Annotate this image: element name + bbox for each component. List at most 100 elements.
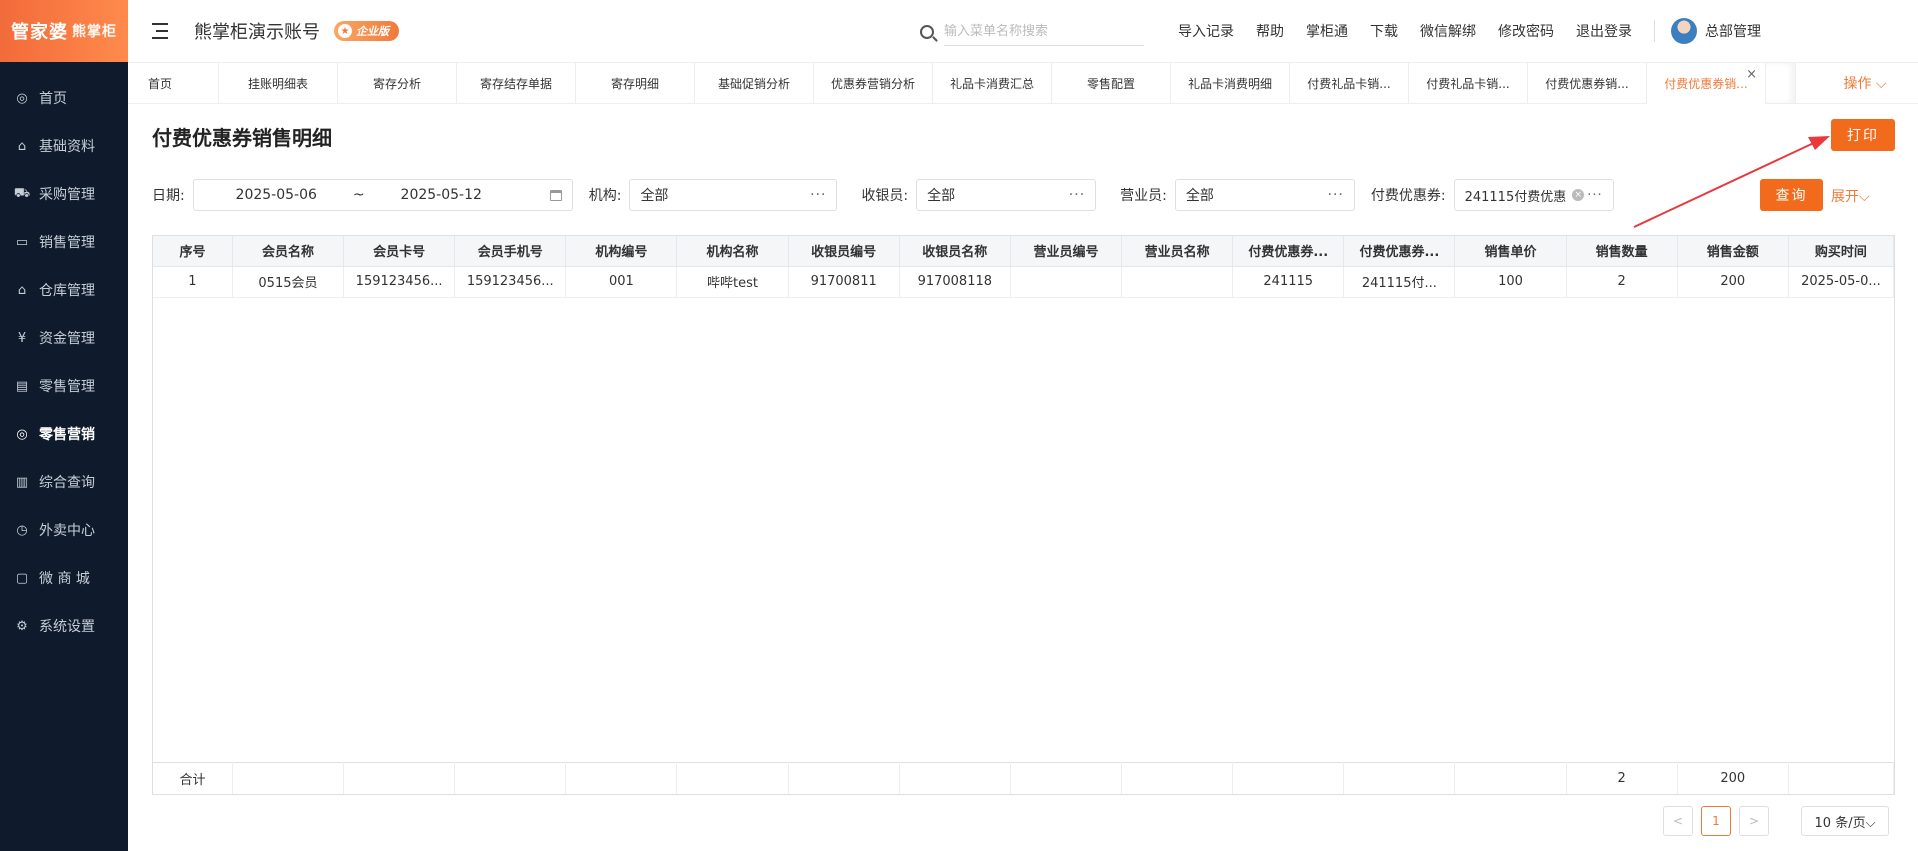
column-header[interactable]: 购买时间 [1788,236,1895,267]
tab-0[interactable]: 首页 [128,63,219,104]
column-header[interactable]: 序号 [153,236,233,267]
tab-label: 寄存分析 [372,77,421,91]
sidebar-item-11[interactable]: ⚙ 系统设置 [0,602,128,650]
clerk-select[interactable]: 全部 ··· [1174,179,1355,211]
tab-5[interactable]: 基础促销分析 [695,63,814,104]
sidebar-item-0[interactable]: ◎ 首页 [0,74,128,122]
edition-label: 企业版 [356,25,389,38]
page-size-select[interactable]: 10 条/页⌵ [1801,806,1889,836]
sidebar-item-1[interactable]: ⌂ 基础资料 [0,122,128,170]
sidebar-item-9[interactable]: ◷ 外卖中心 [0,506,128,554]
table-row[interactable]: 1 0515会员 159123456... 159123456... 001 哔哔test… [153,266,1895,298]
import-records-link[interactable]: 导入记录 [1178,21,1234,41]
tab-11[interactable]: 付费礼品卡销... [1409,63,1528,104]
sidebar-item-3[interactable]: ▭ 销售管理 [0,218,128,266]
date-range-picker[interactable]: 2025-05-06 ~ 2025-05-12 [192,179,573,211]
more-icon[interactable]: ··· [1328,187,1344,203]
total-cell [1788,761,1895,794]
date-end[interactable]: 2025-05-12 [369,187,514,203]
column-header[interactable]: 销售数量 [1566,236,1678,267]
page-1-button[interactable]: 1 [1701,806,1731,836]
more-icon[interactable]: ··· [1069,187,1085,203]
column-header[interactable]: 营业员名称 [1121,236,1234,267]
tab-close-icon[interactable]: × [1746,67,1757,82]
calendar-icon [549,189,562,201]
sidebar-item-6[interactable]: ▤ 零售管理 [0,362,128,410]
column-header[interactable]: 收银员名称 [899,236,1011,267]
sidebar-item-8[interactable]: ▥ 综合查询 [0,458,128,506]
cashier-select[interactable]: 全部 ··· [916,179,1097,211]
sidebar-item-4[interactable]: ⌂ 仓库管理 [0,266,128,314]
totals-row: 合计 2 200 [153,761,1895,794]
sidebar-item-5[interactable]: ¥ 资金管理 [0,314,128,362]
column-header[interactable]: 收银员编号 [788,236,900,267]
column-header[interactable]: 会员手机号 [454,236,567,267]
next-page-button[interactable]: > [1739,806,1769,836]
finance-icon: ¥ [17,330,27,346]
user-menu[interactable]: 总部管理 [1671,18,1761,44]
tab-6[interactable]: 优惠券营销分析 [814,63,933,104]
change-password-link[interactable]: 修改密码 [1498,21,1554,41]
cart-icon: ⛟ [13,185,31,201]
filter-bar: 日期: 2025-05-06 ~ 2025-05-12 机构: 全部 ··· 收… [152,179,1614,211]
more-icon[interactable]: ··· [810,187,826,203]
wechat-unbind-link[interactable]: 微信解绑 [1420,21,1476,41]
more-icon[interactable]: ··· [1587,188,1602,203]
sidebar-item-label: 系统设置 [39,619,95,635]
column-header[interactable]: 机构名称 [676,236,789,267]
sales-icon: ▭ [15,234,29,250]
tab-9[interactable]: 礼品卡消费明细 [1171,63,1290,104]
menu-search-input[interactable] [944,18,1144,46]
tab-7[interactable]: 礼品卡消费汇总 [933,63,1052,104]
sidebar: 管家婆 熊掌柜 ◎ 首页 ⌂ 基础资料 ⛟ 采购管理 ▭ 销售管理 ⌂ 仓库管理 ¥ 资金管理 ▤ 零售管… [0,0,128,851]
tab-1[interactable]: 挂账明细表 [219,63,338,104]
help-link[interactable]: 帮助 [1256,21,1284,41]
expand-filters-link[interactable]: 展开⌵ [1831,186,1870,206]
sidebar-item-7[interactable]: ◎ 零售营销 [0,410,128,458]
brand-logo[interactable]: 管家婆 熊掌柜 [0,0,128,62]
tab-13[interactable]: 付费优惠券销... × [1647,63,1766,104]
tab-3[interactable]: 寄存结存单据 [457,63,576,104]
table-header-row: 序号 会员名称 会员卡号 会员手机号 机构编号 机构名称 收银员编号 收银员名称 营业员编号 营业… [153,236,1895,267]
column-header[interactable]: 机构编号 [565,236,678,267]
column-header[interactable]: 付费优惠券... [1232,236,1345,267]
menu-collapse-icon[interactable] [152,23,170,39]
tab-4[interactable]: 寄存明细 [576,63,695,104]
column-header[interactable]: 销售单价 [1454,236,1567,267]
search-icon[interactable] [920,25,934,39]
prev-page-button[interactable]: < [1663,806,1693,836]
clerk-label: 营业员: [1120,188,1167,204]
column-header[interactable]: 销售金额 [1677,236,1789,267]
query-button[interactable]: 查询 [1760,179,1823,211]
tab-label: 寄存结存单据 [479,77,552,91]
zhanggui-tong-link[interactable]: 掌柜通 [1306,21,1348,41]
gear-icon: ⚙ [16,618,28,634]
sidebar-item-label: 销售管理 [39,235,95,251]
download-link[interactable]: 下载 [1370,21,1398,41]
clear-icon[interactable]: × [1572,189,1585,201]
total-cell [343,761,456,794]
main-content: 付费优惠券销售明细 打印 日期: 2025-05-06 ~ 2025-05-12… [128,104,1918,851]
tab-8[interactable]: 零售配置 [1052,63,1171,104]
coupon-label: 付费优惠券: [1370,188,1446,204]
tab-operations-menu[interactable]: 操作 ⌵ [1812,63,1918,103]
tab-2[interactable]: 寄存分析 [338,63,457,104]
total-cell [1454,761,1567,794]
shop-icon: ▢ [15,570,29,586]
logout-link[interactable]: 退出登录 [1576,21,1632,41]
sidebar-item-10[interactable]: ▢ 微 商 城 [0,554,128,602]
coupon-select[interactable]: 241115付费优惠 × ··· [1453,179,1614,211]
sidebar-item-2[interactable]: ⛟ 采购管理 [0,170,128,218]
tab-12[interactable]: 付费优惠券销... [1528,63,1647,104]
sidebar-item-label: 零售营销 [39,427,95,443]
print-button[interactable]: 打印 [1831,119,1895,151]
column-header[interactable]: 会员名称 [232,236,345,267]
date-start[interactable]: 2025-05-06 [204,187,349,203]
tab-10[interactable]: 付费礼品卡销... [1290,63,1409,104]
table-cell [1010,266,1123,298]
column-header[interactable]: 付费优惠券... [1343,236,1456,267]
column-header[interactable]: 营业员编号 [1010,236,1123,267]
org-select[interactable]: 全部 ··· [629,179,838,211]
tab-label: 礼品卡消费汇总 [949,77,1034,91]
column-header[interactable]: 会员卡号 [343,236,456,267]
